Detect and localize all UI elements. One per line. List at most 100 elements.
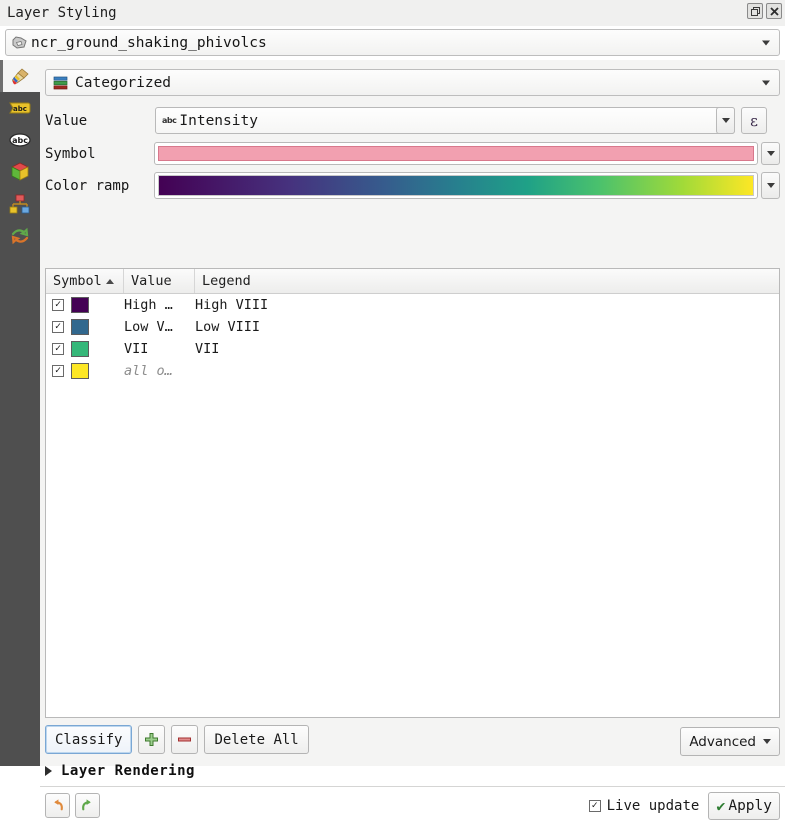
row-value-cell[interactable]: VII bbox=[124, 341, 195, 357]
color-ramp-button[interactable] bbox=[154, 172, 758, 199]
value-field-row: Value abc Intensity ε bbox=[45, 107, 780, 134]
column-header-legend[interactable]: Legend bbox=[195, 269, 779, 293]
styling-content-panel: Categorized Value abc Intensity ε Symbol… bbox=[40, 60, 785, 766]
categories-table[interactable]: Symbol Value Legend ✓ High … High VIII ✓ bbox=[45, 268, 780, 718]
row-color-swatch[interactable] bbox=[71, 363, 89, 379]
layer-selector-combo[interactable]: ncr_ground_shaking_phivolcs bbox=[5, 29, 780, 56]
table-row[interactable]: ✓ all o… bbox=[46, 360, 779, 382]
remove-category-button[interactable] bbox=[171, 725, 198, 754]
table-row[interactable]: ✓ Low V… Low VIII bbox=[46, 316, 779, 338]
redo-button[interactable] bbox=[75, 793, 100, 818]
chevron-down-icon bbox=[767, 151, 775, 156]
column-header-symbol[interactable]: Symbol bbox=[46, 269, 124, 293]
live-update-toggle[interactable]: ✓ Live update bbox=[589, 798, 700, 814]
renderer-type-label: Categorized bbox=[75, 75, 171, 91]
expression-builder-button[interactable]: ε bbox=[741, 107, 767, 134]
live-update-checkbox[interactable]: ✓ bbox=[589, 800, 601, 812]
table-header-row: Symbol Value Legend bbox=[46, 269, 779, 294]
value-field-name: Intensity bbox=[179, 113, 258, 129]
row-value-cell[interactable]: Low V… bbox=[124, 319, 195, 335]
polygon-layer-icon bbox=[12, 36, 27, 49]
minus-icon bbox=[177, 732, 192, 747]
color-ramp-row: Color ramp bbox=[45, 172, 780, 199]
renderer-type-combo[interactable]: Categorized bbox=[45, 69, 780, 96]
check-icon: ✔ bbox=[716, 797, 725, 815]
label-abc-icon: abc bbox=[8, 99, 32, 117]
panel-statusbar: ✓ Live update ✔ Apply bbox=[40, 786, 785, 827]
diagram-bars-icon bbox=[9, 193, 31, 215]
chevron-down-icon bbox=[722, 118, 730, 123]
row-value-cell[interactable]: all o… bbox=[124, 363, 195, 379]
row-symbol-cell: ✓ bbox=[46, 297, 124, 313]
apply-button-label: Apply bbox=[728, 798, 772, 814]
row-checkbox[interactable]: ✓ bbox=[52, 343, 64, 355]
delete-all-button[interactable]: Delete All bbox=[204, 725, 308, 754]
symbol-fill-preview bbox=[158, 146, 754, 161]
layer-rendering-label: Layer Rendering bbox=[61, 763, 195, 779]
color-ramp-label: Color ramp bbox=[45, 178, 154, 194]
sidebar-item-labels[interactable]: abc bbox=[0, 92, 40, 124]
column-header-value-label: Value bbox=[131, 273, 172, 289]
advanced-menu-button[interactable]: Advanced bbox=[680, 727, 780, 756]
sidebar-item-history[interactable] bbox=[0, 220, 40, 252]
row-checkbox[interactable]: ✓ bbox=[52, 321, 64, 333]
table-row[interactable]: ✓ VII VII bbox=[46, 338, 779, 360]
chevron-down-icon bbox=[767, 183, 775, 188]
undo-icon bbox=[50, 798, 65, 813]
close-button[interactable] bbox=[766, 3, 782, 19]
row-color-swatch[interactable] bbox=[71, 341, 89, 357]
cloud-abc-icon: abc bbox=[8, 131, 32, 149]
row-checkbox[interactable]: ✓ bbox=[52, 365, 64, 377]
column-header-legend-label: Legend bbox=[202, 273, 251, 289]
categorized-symbol-icon bbox=[53, 75, 69, 91]
column-header-symbol-label: Symbol bbox=[53, 273, 102, 289]
apply-controls-group: ✓ Live update ✔ Apply bbox=[589, 792, 780, 820]
layer-rendering-section-toggle[interactable]: Layer Rendering bbox=[45, 763, 195, 779]
titlebar-buttons bbox=[747, 3, 782, 19]
apply-button[interactable]: ✔ Apply bbox=[708, 792, 780, 820]
undo-button[interactable] bbox=[45, 793, 70, 818]
sidebar-item-3d-view[interactable] bbox=[0, 156, 40, 188]
value-label: Value bbox=[45, 113, 155, 129]
row-legend-cell[interactable]: High VIII bbox=[195, 297, 779, 313]
row-symbol-cell: ✓ bbox=[46, 363, 124, 379]
classify-button[interactable]: Classify bbox=[45, 725, 132, 754]
symbol-preview-button[interactable] bbox=[154, 142, 758, 165]
value-field-combo[interactable]: abc Intensity bbox=[155, 107, 735, 134]
value-dropdown-button[interactable] bbox=[716, 107, 735, 134]
sidebar-item-symbology[interactable] bbox=[0, 60, 40, 92]
add-category-button[interactable] bbox=[138, 725, 165, 754]
sidebar-item-masks[interactable]: abc bbox=[0, 124, 40, 156]
classify-button-group: Classify Delete All bbox=[45, 725, 780, 754]
chevron-down-icon bbox=[762, 40, 770, 45]
sort-ascending-icon bbox=[106, 279, 114, 284]
row-symbol-cell: ✓ bbox=[46, 319, 124, 335]
table-row[interactable]: ✓ High … High VIII bbox=[46, 294, 779, 316]
sidebar-item-diagrams[interactable] bbox=[0, 188, 40, 220]
row-color-swatch[interactable] bbox=[71, 297, 89, 313]
row-checkbox[interactable]: ✓ bbox=[52, 299, 64, 311]
symbol-field-row: Symbol bbox=[45, 140, 780, 167]
color-ramp-dropdown-button[interactable] bbox=[761, 172, 780, 199]
row-value-cell[interactable]: High … bbox=[124, 297, 195, 313]
advanced-button-label: Advanced bbox=[689, 734, 756, 750]
live-update-label: Live update bbox=[607, 798, 700, 814]
symbol-dropdown-button[interactable] bbox=[761, 142, 780, 165]
chevron-right-icon bbox=[45, 766, 52, 776]
undo-redo-group bbox=[45, 793, 100, 818]
row-legend-cell[interactable]: Low VIII bbox=[195, 319, 779, 335]
float-dock-button[interactable] bbox=[747, 3, 763, 19]
row-symbol-cell: ✓ bbox=[46, 341, 124, 357]
svg-text:abc: abc bbox=[12, 136, 28, 145]
redo-icon bbox=[80, 798, 95, 813]
text-field-type-icon: abc bbox=[162, 116, 176, 125]
row-color-swatch[interactable] bbox=[71, 319, 89, 335]
panel-titlebar: Layer Styling bbox=[0, 0, 785, 26]
cube-3d-icon bbox=[9, 161, 31, 183]
float-icon bbox=[751, 7, 760, 16]
symbol-label: Symbol bbox=[45, 146, 154, 162]
classification-toolbar: Classify Delete All Advanced bbox=[45, 725, 780, 758]
column-header-value[interactable]: Value bbox=[124, 269, 195, 293]
chevron-down-icon bbox=[762, 80, 770, 85]
row-legend-cell[interactable]: VII bbox=[195, 341, 779, 357]
